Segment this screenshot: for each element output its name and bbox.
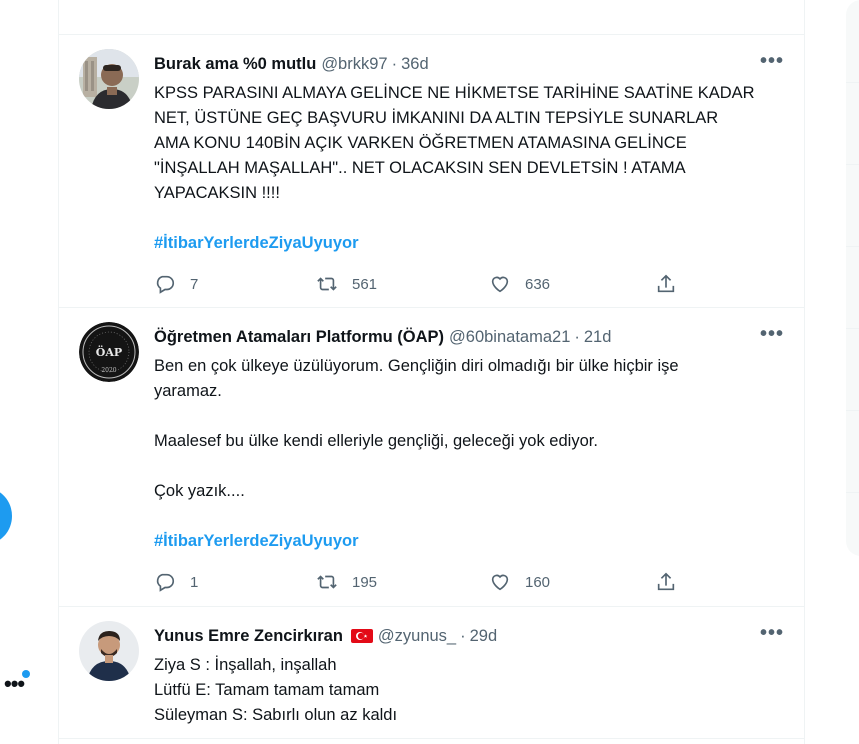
retweet-count: 195 <box>352 573 378 591</box>
reply-button[interactable]: 7 <box>154 273 316 295</box>
separator: · <box>460 627 466 645</box>
author-handle[interactable]: @60binatama21 <box>449 326 570 348</box>
tweet-more-icon[interactable]: ••• <box>760 51 784 71</box>
divider <box>846 82 859 83</box>
share-icon <box>657 274 675 293</box>
avatar-logo-year: 2020 <box>101 367 116 374</box>
divider <box>846 246 859 247</box>
author-handle[interactable]: @zyunus_ <box>378 625 456 647</box>
tweet-line: Süleyman S: Sabırlı olun az kaldı <box>154 706 398 724</box>
tweet[interactable]: ••• Yunus Emre Zencirkıran @zyunus_ · 29… <box>59 607 804 744</box>
notification-dot <box>22 670 30 678</box>
retweet-icon <box>317 277 337 291</box>
tweet-line: KPSS PARASINI ALMAYA GELİNCE NE HİKMETSE… <box>154 84 755 102</box>
like-count: 636 <box>525 275 551 293</box>
like-button[interactable]: 636 <box>489 273 655 295</box>
tweet-header: Öğretmen Atamaları Platformu (ÖAP) @60bi… <box>154 326 784 348</box>
avatar-logo-text: ÖAP <box>96 345 122 359</box>
tweet-time[interactable]: 29d <box>470 625 498 647</box>
share-icon <box>657 572 675 591</box>
tweet-header: Yunus Emre Zencirkıran @zyunus_ · 29d <box>154 625 784 647</box>
reply-icon <box>156 275 175 294</box>
avatar[interactable] <box>79 49 139 109</box>
retweet-icon <box>317 575 337 589</box>
retweet-button[interactable]: 561 <box>316 273 489 295</box>
heart-icon <box>491 574 509 591</box>
tweet-line: YAPACAKSIN !!!! <box>154 184 280 202</box>
tweet-line: NET, ÜSTÜNE GEÇ BAŞVURU İMKANINI DA ALTI… <box>154 109 719 127</box>
tweet-line: Ben en çok ülkeye üzülüyorum. Gençliğin … <box>154 357 679 375</box>
right-sidebar-panel <box>846 0 859 556</box>
share-button[interactable] <box>655 273 677 295</box>
tweet-line: yaramaz. <box>154 382 222 400</box>
tweet-more-icon[interactable]: ••• <box>760 623 784 643</box>
tweet-line: Maalesef bu ülke kendi elleriyle gençliğ… <box>154 432 598 450</box>
reply-count: 7 <box>190 275 199 293</box>
turkey-flag-icon <box>350 629 373 643</box>
author-name[interactable]: Yunus Emre Zencirkıran <box>154 625 343 647</box>
tweet-line: Lütfü E: Tamam tamam tamam <box>154 681 380 699</box>
author-name[interactable]: Burak ama %0 mutlu <box>154 53 316 75</box>
tweet-time[interactable]: 21d <box>584 326 612 348</box>
avatar[interactable]: ÖAP 2020 <box>79 322 139 382</box>
compose-tweet-button[interactable] <box>0 488 12 544</box>
divider <box>846 164 859 165</box>
tweet[interactable]: ••• Burak ama %0 mutlu @brkk97 · 36d KPS… <box>59 35 804 308</box>
left-nav-rail: ••• <box>0 0 58 744</box>
timeline: ••• Burak ama %0 mutlu @brkk97 · 36d KPS… <box>58 0 805 744</box>
divider <box>846 328 859 329</box>
tweet-header: Burak ama %0 mutlu @brkk97 · 36d <box>154 53 784 75</box>
tweet-line: AMA KONU 140BİN AÇIK VARKEN ÖĞRETMEN ATA… <box>154 134 687 152</box>
separator: · <box>391 55 398 73</box>
divider <box>846 492 859 493</box>
tweet-line: Ziya S : İnşallah, inşallah <box>154 656 337 674</box>
tweet-actions: 1 195 160 <box>154 562 784 602</box>
like-count: 160 <box>525 573 551 591</box>
retweet-button[interactable]: 195 <box>316 571 489 593</box>
previous-tweet-tail <box>59 0 804 35</box>
tweet-text: KPSS PARASINI ALMAYA GELİNCE NE HİKMETSE… <box>154 81 784 206</box>
tweet-text: Ziya S : İnşallah, inşallah Lütfü E: Tam… <box>154 653 784 728</box>
reply-button[interactable]: 1 <box>154 571 316 593</box>
share-button[interactable] <box>655 571 677 593</box>
divider <box>846 410 859 411</box>
tweet-line: "İNŞALLAH MAŞALLAH".. NET OLACAKSIN SEN … <box>154 159 686 177</box>
tweet-line: Çok yazık.... <box>154 482 245 500</box>
tweet-more-icon[interactable]: ••• <box>760 324 784 344</box>
hashtag-link[interactable]: #İtibarYerlerdeZiyaUyuyor <box>154 231 784 256</box>
hashtag-link[interactable]: #İtibarYerlerdeZiyaUyuyor <box>154 529 784 554</box>
tweet-time[interactable]: 36d <box>401 53 429 75</box>
divider <box>58 738 805 739</box>
reply-count: 1 <box>190 573 199 591</box>
tweet-text: Ben en çok ülkeye üzülüyorum. Gençliğin … <box>154 354 784 504</box>
tweet-actions: 7 561 636 <box>154 264 784 304</box>
author-name[interactable]: Öğretmen Atamaları Platformu (ÖAP) <box>154 326 444 348</box>
heart-icon <box>491 276 509 293</box>
avatar[interactable] <box>79 621 139 681</box>
retweet-count: 561 <box>352 275 378 293</box>
author-handle[interactable]: @brkk97 <box>321 53 387 75</box>
like-button[interactable]: 160 <box>489 571 655 593</box>
separator: · <box>574 328 580 346</box>
tweet[interactable]: ÖAP 2020 ••• Öğretmen Atamaları Platform… <box>59 308 804 607</box>
reply-icon <box>156 573 175 592</box>
